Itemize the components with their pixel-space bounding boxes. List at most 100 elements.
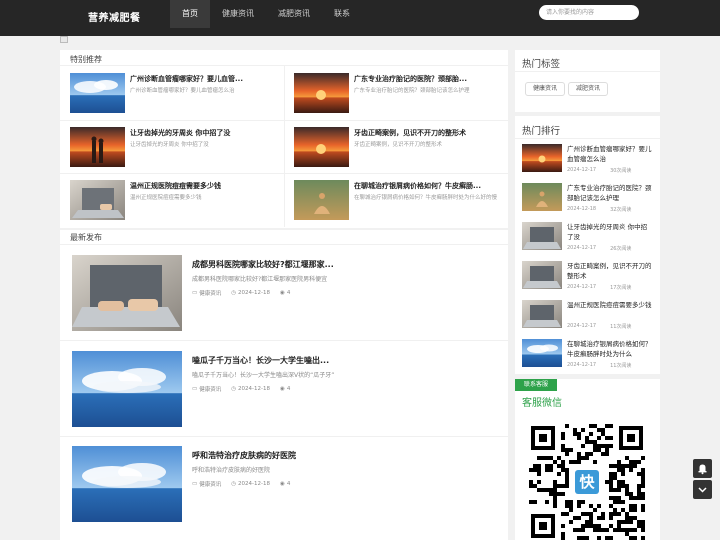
qr-module: [557, 464, 561, 468]
qr-module: [549, 468, 553, 472]
qr-module: [577, 452, 581, 456]
featured-item[interactable]: 让牙齿掉光的牙周炎 你中招了没 让牙齿掉光的牙周炎 你中招了没: [70, 127, 292, 175]
qr-module: [621, 500, 625, 504]
qr-module: [641, 508, 645, 512]
qr-module: [577, 456, 581, 460]
qr-module: [581, 536, 585, 540]
qr-module: [545, 500, 549, 504]
qr-module: [637, 524, 641, 528]
qr-module: [641, 480, 645, 484]
qr-module: [641, 472, 645, 476]
featured-item[interactable]: 广州诊断血管瘤哪家好？要儿血管... 广州诊断血管瘤哪家好？要儿血管瘤怎么治: [70, 73, 292, 121]
qr-module: [597, 436, 601, 440]
qr-module: [609, 504, 613, 508]
qr-module: [609, 524, 613, 528]
rank-item[interactable]: 牙齿正畸案例，见识不开刀的整形术 2024-12-17 17次阅读: [522, 261, 652, 299]
qr-module: [569, 508, 573, 512]
qr-module: [585, 452, 589, 456]
post-item[interactable]: 呼和浩特治疗皮肤病的好医院 呼和浩特治疗皮肤病的好医院 ▭ 健康资讯 ◷ 2024-…: [72, 446, 502, 522]
qr-module: [589, 432, 593, 436]
qr-module: [617, 484, 621, 488]
contact-badge: 联系客服: [515, 379, 557, 391]
qr-module: [585, 512, 589, 516]
qr-module: [565, 468, 569, 472]
featured-title: 特别推荐: [70, 55, 102, 64]
qr-module: [609, 464, 613, 468]
qr-module: [553, 460, 557, 464]
qr-module: [621, 480, 625, 484]
qr-module: [629, 520, 633, 524]
rank-item[interactable]: 广东专业治疗胎记的医院？颈部胎记该怎么护理 2024-12-18 32次阅读: [522, 183, 652, 221]
tag-diet-news[interactable]: 减肥资讯: [568, 82, 609, 96]
qr-module: [553, 500, 557, 504]
qr-module: [617, 500, 621, 504]
qr-module: [641, 496, 645, 500]
nav-item-diet-news[interactable]: 减肥资讯: [266, 0, 322, 28]
qr-module: [641, 468, 645, 472]
tags-title: 热门标签: [522, 59, 561, 70]
clock-icon: ◷: [231, 481, 237, 487]
qr-module: [633, 516, 637, 520]
qr-module: [633, 528, 637, 532]
qr-module: [565, 448, 569, 452]
featured-item[interactable]: 温州正规医院痘痘需要多少钱 温州正规医院痘痘需要多少钱: [70, 180, 292, 228]
nav-item-home[interactable]: 首页: [170, 0, 210, 28]
qr-module: [601, 444, 605, 448]
qr-module: [625, 512, 629, 516]
search-input[interactable]: [539, 5, 639, 20]
laptop-image: [522, 222, 562, 250]
qr-module: [613, 488, 617, 492]
sunset-image: [522, 144, 562, 172]
qr-module: [597, 428, 601, 432]
qr-module: [617, 468, 621, 472]
tag-health-news[interactable]: 健康资讯: [525, 82, 566, 96]
main-nav: 首页 健康资讯 减肥资讯 联系: [170, 0, 362, 28]
qr-module: [621, 484, 625, 488]
qr-module: [641, 528, 645, 532]
qr-module: [545, 488, 549, 492]
qr-module: [601, 516, 605, 520]
qr-module: [577, 432, 581, 436]
qr-module: [637, 460, 641, 464]
rank-item[interactable]: 广州诊断血管瘤哪家好？要儿血管瘤怎么治 2024-12-17 30次阅读: [522, 144, 652, 182]
qr-module: [613, 496, 617, 500]
featured-item[interactable]: 广东专业治疗胎记的医院？颈部胎... 广东专业治疗胎记的医院？颈部胎记该怎么护理: [294, 73, 516, 121]
qr-module: [557, 484, 561, 488]
qr-module: [545, 456, 549, 460]
qr-module: [565, 452, 569, 456]
qr-module: [581, 428, 585, 432]
sea-sky-image: [72, 446, 182, 522]
qr-module: [565, 484, 569, 488]
float-top-button[interactable]: [693, 459, 712, 478]
nav-item-health-news[interactable]: 健康资讯: [210, 0, 266, 28]
site-logo[interactable]: 营养减肥餐: [88, 9, 141, 24]
qr-module: [621, 508, 625, 512]
qr-module: [577, 536, 581, 540]
qr-module: [577, 460, 581, 464]
qr-module: [621, 520, 625, 524]
rank-item[interactable]: 在聊城治疗银屑病价格如何？牛皮癣肠胖时处为什么 2024-12-17 11次阅读: [522, 339, 652, 377]
rank-title: 热门排行: [522, 126, 561, 137]
qr-module: [629, 468, 633, 472]
qr-module: [549, 456, 553, 460]
qr-module: [585, 520, 589, 524]
meditation-image: [294, 180, 349, 220]
contact-title: 客服微信: [522, 398, 562, 409]
nav-item-contact[interactable]: 联系: [322, 0, 362, 28]
eye-icon: ◉: [280, 481, 285, 487]
rank-item[interactable]: 让牙齿掉光的牙周炎 你中招了没 2024-12-17 26次阅读: [522, 222, 652, 260]
qr-module: [553, 480, 557, 484]
qr-module: [593, 508, 597, 512]
qr-module: [581, 524, 585, 528]
rank-item[interactable]: 温州正规医院痘痘需要多少钱 2024-12-17 11次阅读: [522, 300, 652, 338]
qr-module: [557, 472, 561, 476]
featured-item[interactable]: 在聊城治疗银屑病价格如何？牛皮癣肠... 在聊城治疗银屑病价格如何？牛皮癣肠胖时…: [294, 180, 516, 228]
qr-module: [537, 456, 541, 460]
float-down-button[interactable]: [693, 480, 712, 499]
featured-item[interactable]: 牙齿正畸案例，见识不开刀的整形术 牙齿正畸案例，见识不开刀的整形术: [294, 127, 516, 175]
qr-module: [533, 500, 537, 504]
qr-module: [529, 468, 533, 472]
post-item[interactable]: 嗑瓜子千万当心！长沙一大学生嗑出... 嗑瓜子千万当心！长沙一大学生嗑出深V状的…: [72, 351, 502, 427]
post-item[interactable]: 成都男科医院哪家比较好?都江堰那家... 成都男科医院哪家比较好?都江堰那家医院…: [72, 255, 502, 331]
qr-module: [569, 448, 573, 452]
